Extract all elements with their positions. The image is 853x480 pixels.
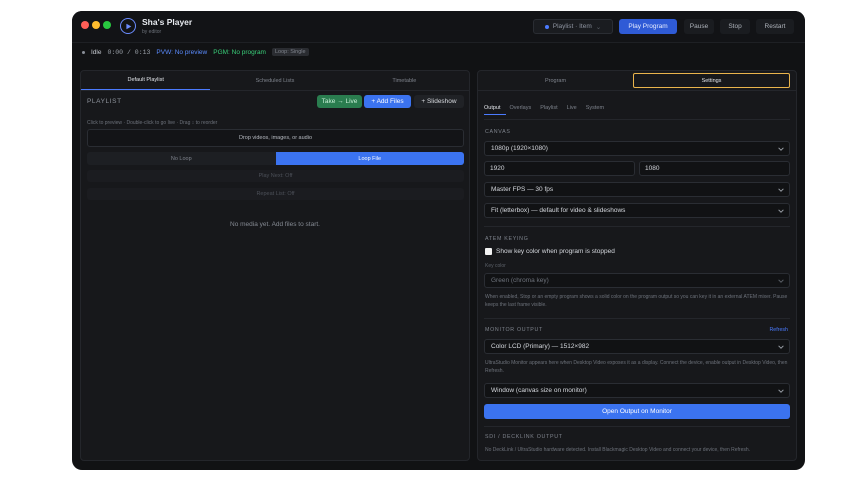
canvas-width-input[interactable]: 1920 [484, 161, 635, 176]
monitor-refresh-link[interactable]: Refresh [769, 327, 788, 333]
canvas-height-input[interactable]: 1080 [639, 161, 790, 176]
add-slideshow-button[interactable]: + Slideshow [414, 95, 464, 108]
subtab-playlist[interactable]: Playlist [540, 105, 562, 115]
resolution-select[interactable]: 1080p (1920×1080) [484, 141, 790, 156]
loop-mode-toggle: No Loop Loop File [87, 152, 464, 165]
restart-button[interactable]: Restart [756, 19, 794, 34]
open-output-button[interactable]: Open Output on Monitor [484, 404, 790, 419]
chevron-down-icon [778, 147, 784, 151]
status-preview: PVW: No preview [156, 48, 208, 56]
fit-mode-value: Fit (letterbox) — default for video & sl… [491, 207, 626, 214]
subtab-live[interactable]: Live [567, 105, 582, 115]
title-bar: Sha's Player by editor Playlist · Item ⌄… [72, 11, 805, 43]
app-window: Sha's Player by editor Playlist · Item ⌄… [72, 11, 805, 470]
chevron-down-icon [778, 209, 784, 213]
monitor-heading: MONITOR OUTPUT [485, 327, 543, 333]
key-color-checkbox[interactable] [485, 248, 492, 255]
playlist-hint: Click to preview · Double-click to go li… [87, 120, 218, 126]
chevron-down-icon: ⌄ [595, 23, 602, 31]
section-divider [484, 318, 790, 319]
status-time: 0:00 / 0:13 [107, 48, 151, 56]
settings-subtabs: Output Overlays Playlist Live System [484, 105, 613, 115]
stop-button[interactable]: Stop [720, 19, 750, 34]
key-color-checkbox-label: Show key color when program is stopped [496, 248, 615, 255]
tab-timetable[interactable]: Timetable [340, 71, 469, 90]
app-title: Sha's Player [142, 17, 193, 27]
playlist-panel: Default Playlist Scheduled Lists Timetab… [80, 70, 470, 461]
subtab-overlays[interactable]: Overlays [510, 105, 537, 115]
add-files-button[interactable]: + Add Files [364, 95, 411, 108]
section-divider [484, 426, 790, 427]
subtab-output[interactable]: Output [484, 105, 506, 115]
loop-file-option[interactable]: Loop File [275, 152, 464, 165]
pause-button[interactable]: Pause [684, 19, 714, 34]
atem-description: When enabled, Stop or an empty program s… [485, 294, 788, 308]
status-state: Idle [91, 48, 102, 56]
monitor-description: UltraStudio Monitor appears here when De… [485, 360, 788, 374]
key-color-label: Key color [485, 263, 506, 269]
playlist-dot-icon [544, 24, 549, 29]
key-color-select[interactable]: Green (chroma key) [484, 273, 790, 288]
tab-settings[interactable]: Settings [633, 73, 790, 88]
fps-select[interactable]: Master FPS — 30 fps [484, 182, 790, 197]
repeat-list-toggle[interactable]: Repeat List: Off [87, 188, 464, 200]
key-color-checkbox-row[interactable]: Show key color when program is stopped [485, 248, 615, 255]
canvas-heading: CANVAS [485, 129, 511, 135]
play-logo-icon [120, 18, 136, 34]
drop-zone[interactable]: Drop videos, images, or audio [87, 129, 464, 147]
playlist-tabs: Default Playlist Scheduled Lists Timetab… [81, 71, 469, 91]
status-loop-badge: Loop: Single [271, 48, 309, 56]
no-loop-option[interactable]: No Loop [87, 152, 276, 165]
status-program: PGM: No program [213, 48, 266, 56]
fit-mode-select[interactable]: Fit (letterbox) — default for video & sl… [484, 203, 790, 218]
play-next-toggle[interactable]: Play Next: Off [87, 170, 464, 182]
section-divider [484, 226, 790, 227]
close-window-button[interactable] [81, 21, 89, 29]
monitor-display-select[interactable]: Color LCD (Primary) — 1512×982 [484, 339, 790, 354]
minimize-window-button[interactable] [92, 21, 100, 29]
playlist-heading: PLAYLIST [87, 98, 122, 105]
chevron-down-icon [778, 389, 784, 393]
take-live-button[interactable]: Take → Live [317, 95, 362, 108]
fps-value: Master FPS — 30 fps [491, 186, 554, 193]
playlist-select-label: Playlist · Item [552, 23, 592, 30]
zoom-window-button[interactable] [103, 21, 111, 29]
monitor-mode-value: Window (canvas size on monitor) [491, 387, 587, 394]
subtab-divider [484, 119, 790, 120]
sdi-description: No DeckLink / UltraStudio hardware detec… [485, 447, 751, 453]
tab-default-playlist[interactable]: Default Playlist [81, 71, 211, 90]
subtab-system[interactable]: System [586, 105, 609, 115]
tab-scheduled-lists[interactable]: Scheduled Lists [210, 71, 339, 90]
status-bar: Idle 0:00 / 0:13 PVW: No preview PGM: No… [72, 44, 805, 60]
sdi-heading: SDI / DECKLINK OUTPUT [485, 434, 563, 440]
play-program-button[interactable]: Play Program [619, 19, 677, 34]
status-dot-icon [82, 50, 85, 54]
right-tabs: Program Settings [478, 71, 796, 91]
chevron-down-icon [778, 188, 784, 192]
settings-panel: Program Settings Output Overlays Playlis… [477, 70, 797, 461]
chevron-down-icon [778, 279, 784, 283]
empty-playlist-message: No media yet. Add files to start. [230, 221, 320, 228]
monitor-display-value: Color LCD (Primary) — 1512×982 [491, 343, 590, 350]
playlist-item-select[interactable]: Playlist · Item ⌄ [533, 19, 613, 34]
monitor-mode-select[interactable]: Window (canvas size on monitor) [484, 383, 790, 398]
chevron-down-icon [778, 345, 784, 349]
resolution-value: 1080p (1920×1080) [491, 145, 548, 152]
tab-program[interactable]: Program [478, 73, 633, 88]
app-subtitle: by editor [142, 29, 162, 35]
atem-heading: ATEM KEYING [485, 236, 529, 242]
key-color-value: Green (chroma key) [491, 277, 549, 284]
